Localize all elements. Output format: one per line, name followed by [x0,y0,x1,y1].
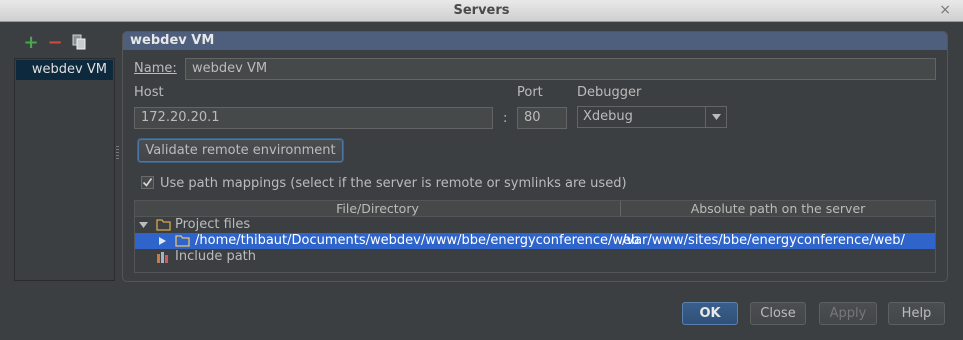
local-path-cell: /home/thibaut/Documents/webdev/www/bbe/e… [195,233,640,248]
host-label: Host [134,85,164,100]
project-files-label: Project files [175,217,251,232]
column-header-file-directory[interactable]: File/Directory [135,201,621,216]
server-path-cell[interactable]: /var/www/sites/bbe/energyconference/web/ [622,233,905,249]
port-input[interactable]: 80 [517,107,567,129]
host-input[interactable]: 172.20.20.1 [134,107,493,129]
title-bar: Servers × [0,0,963,22]
apply-button[interactable]: Apply [819,302,877,325]
table-header: File/Directory Absolute path on the serv… [135,201,935,217]
name-input[interactable]: webdev VM [185,58,936,80]
copy-icon[interactable] [70,34,88,52]
close-window-icon[interactable]: × [939,2,951,18]
table-row[interactable]: /home/thibaut/Documents/webdev/www/bbe/e… [135,233,935,249]
help-button[interactable]: Help [888,302,945,325]
debugger-value: Xdebug [583,109,633,124]
validate-remote-environment-button[interactable]: Validate remote environment [138,139,343,162]
column-header-server-path[interactable]: Absolute path on the server [621,201,935,216]
table-row[interactable]: Include path [135,249,935,265]
ok-button[interactable]: OK [682,302,738,325]
remove-icon[interactable]: − [46,34,64,52]
add-icon[interactable]: + [22,34,40,52]
panel-title: webdev VM [123,32,947,50]
host-port-separator: : [503,111,508,126]
use-path-mappings-checkbox[interactable] [141,176,154,189]
server-list-item[interactable]: webdev VM [16,60,113,80]
port-label: Port [517,85,543,100]
window-title: Servers [453,3,510,18]
debugger-label: Debugger [577,85,642,100]
splitter-handle[interactable] [116,146,119,160]
name-label: Name: [134,61,177,76]
close-button[interactable]: Close [750,302,806,325]
chevron-down-icon[interactable] [705,107,726,127]
use-path-mappings-label: Use path mappings (select if the server … [160,176,627,191]
table-row[interactable]: Project files [135,217,935,233]
debugger-select[interactable]: Xdebug [577,106,727,128]
path-mappings-table: File/Directory Absolute path on the serv… [134,200,936,273]
include-path-label: Include path [175,249,257,264]
library-icon [156,250,170,269]
server-list: webdev VM [14,58,115,281]
